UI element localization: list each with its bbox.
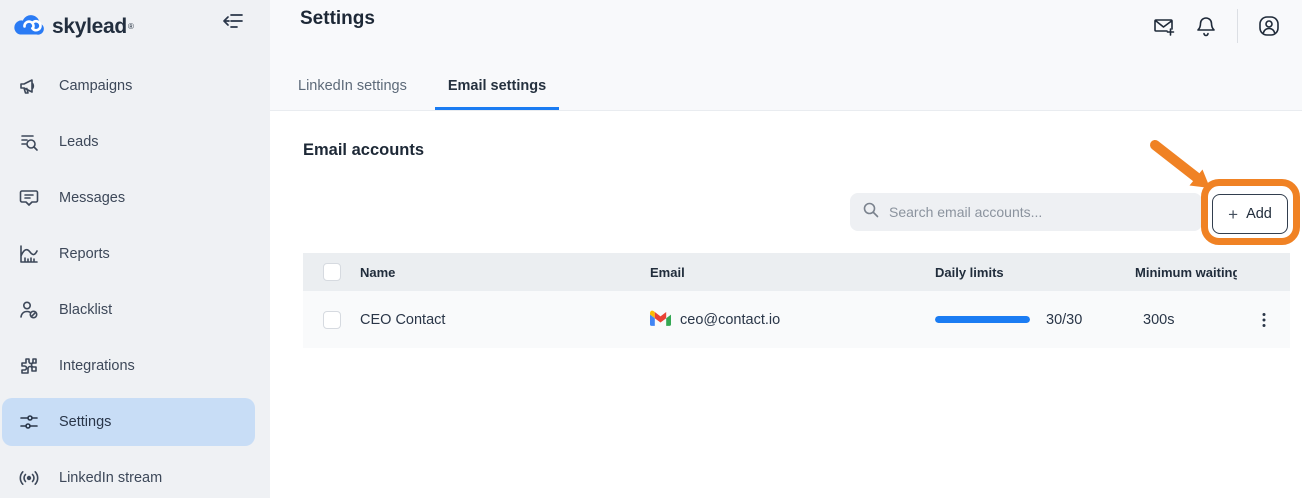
sidebar-item-label: Settings xyxy=(59,414,111,430)
sidebar-item-label: Leads xyxy=(59,134,99,150)
sidebar-item-integrations[interactable]: Integrations xyxy=(2,342,255,390)
minimum-waiting-value: 300s xyxy=(1135,312,1237,328)
search-email-accounts xyxy=(850,193,1202,231)
table-row: CEO Contact ceo@contact.io xyxy=(303,291,1290,348)
blocked-user-icon xyxy=(18,299,40,321)
sidebar-nav: Campaigns Leads Messages Reports xyxy=(0,44,270,502)
leads-icon xyxy=(18,131,40,153)
header-divider xyxy=(1237,9,1238,43)
add-email-account-button[interactable]: + Add xyxy=(1212,194,1288,234)
search-input[interactable] xyxy=(889,204,1190,220)
sidebar-item-label: Messages xyxy=(59,190,125,206)
account-email-cell: ceo@contact.io xyxy=(650,310,935,330)
sidebar: skylead® Campaigns Leads xyxy=(0,0,270,498)
email-settings-panel: Email accounts + Add xyxy=(270,111,1302,498)
header-icons xyxy=(1143,9,1290,43)
registered-mark: ® xyxy=(128,22,134,31)
settings-tabs: LinkedIn settings Email settings xyxy=(298,68,559,110)
daily-limits-cell: 30/30 xyxy=(935,312,1135,328)
row-select-cell xyxy=(303,311,360,329)
column-header-minimum-waiting: Minimum waiting xyxy=(1135,265,1237,280)
sidebar-item-blacklist[interactable]: Blacklist xyxy=(2,286,255,334)
column-header-name: Name xyxy=(360,265,650,280)
account-name: CEO Contact xyxy=(360,312,650,328)
chat-bubble-icon xyxy=(18,187,40,209)
sidebar-item-label: LinkedIn stream xyxy=(59,470,162,486)
puzzle-icon xyxy=(18,355,40,377)
sliders-icon xyxy=(18,411,40,433)
section-heading: Email accounts xyxy=(303,141,424,160)
account-email: ceo@contact.io xyxy=(680,312,780,328)
daily-limit-progress-fill xyxy=(935,316,1030,323)
page-header: Settings LinkedIn settings Email setting… xyxy=(270,0,1302,111)
sidebar-item-label: Campaigns xyxy=(59,78,132,94)
sidebar-item-label: Reports xyxy=(59,246,110,262)
sidebar-item-messages[interactable]: Messages xyxy=(2,174,255,222)
logo-text: skylead xyxy=(52,15,127,39)
page-title: Settings xyxy=(300,8,375,30)
column-header-email: Email xyxy=(650,265,935,280)
add-button-label: Add xyxy=(1246,206,1272,222)
sidebar-item-label: Blacklist xyxy=(59,302,112,318)
column-header-daily-limits: Daily limits xyxy=(935,265,1135,280)
broadcast-icon xyxy=(18,467,40,489)
email-accounts-table: Name Email Daily limits Minimum waiting … xyxy=(303,253,1290,348)
select-all-cell xyxy=(303,263,360,281)
row-more-options-icon[interactable] xyxy=(1237,311,1290,329)
tab-linkedin-settings[interactable]: LinkedIn settings xyxy=(298,68,407,110)
tab-email-settings[interactable]: Email settings xyxy=(435,68,559,110)
plus-icon: + xyxy=(1228,206,1238,223)
annotation-arrow-icon xyxy=(1130,130,1250,200)
mail-plus-icon[interactable] xyxy=(1152,14,1176,38)
daily-limit-progress-bar xyxy=(935,316,1030,323)
table-header-row: Name Email Daily limits Minimum waiting xyxy=(303,253,1290,291)
chart-icon xyxy=(18,243,40,265)
main-area: Settings LinkedIn settings Email setting… xyxy=(270,0,1302,498)
daily-limit-value: 30/30 xyxy=(1046,312,1082,328)
megaphone-icon xyxy=(18,75,40,97)
sidebar-item-leads[interactable]: Leads xyxy=(2,118,255,166)
gmail-icon xyxy=(650,310,671,330)
app-window: skylead® Campaigns Leads xyxy=(0,0,1302,498)
sidebar-item-campaigns[interactable]: Campaigns xyxy=(2,62,255,110)
row-checkbox[interactable] xyxy=(323,311,341,329)
account-icon[interactable] xyxy=(1257,14,1281,38)
sidebar-item-settings[interactable]: Settings xyxy=(2,398,255,446)
bell-icon[interactable] xyxy=(1194,14,1218,38)
logo: skylead® xyxy=(0,0,270,44)
collapse-sidebar-icon[interactable] xyxy=(222,10,244,32)
select-all-checkbox[interactable] xyxy=(323,263,341,281)
sidebar-item-linkedin-stream[interactable]: LinkedIn stream xyxy=(2,454,255,502)
skylead-cloud-logo-icon xyxy=(12,11,46,43)
search-icon xyxy=(862,201,880,224)
sidebar-item-label: Integrations xyxy=(59,358,135,374)
sidebar-item-reports[interactable]: Reports xyxy=(2,230,255,278)
